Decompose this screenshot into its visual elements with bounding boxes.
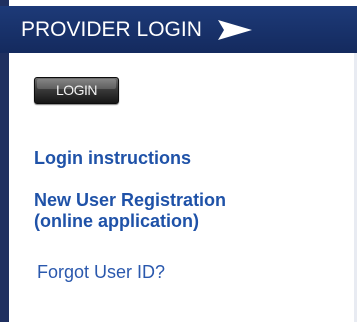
forgot-user-id-link[interactable]: Forgot User ID?	[37, 262, 165, 283]
header-title: PROVIDER LOGIN	[21, 18, 202, 41]
registration-label-line2: (online application)	[34, 211, 199, 231]
provider-login-header: PROVIDER LOGIN	[0, 6, 357, 53]
forgot-user-id-label: Forgot User ID?	[37, 262, 166, 282]
registration-label-line1: New User Registration	[34, 190, 227, 210]
login-instructions-link[interactable]: Login instructions	[34, 148, 191, 169]
login-instructions-label: Login instructions	[34, 148, 191, 168]
login-button[interactable]: LOGIN	[34, 77, 119, 104]
login-button-label: LOGIN	[55, 82, 98, 98]
new-user-registration-link[interactable]: New User Registration (online applicatio…	[34, 190, 324, 232]
arrow-right-icon	[218, 20, 252, 40]
